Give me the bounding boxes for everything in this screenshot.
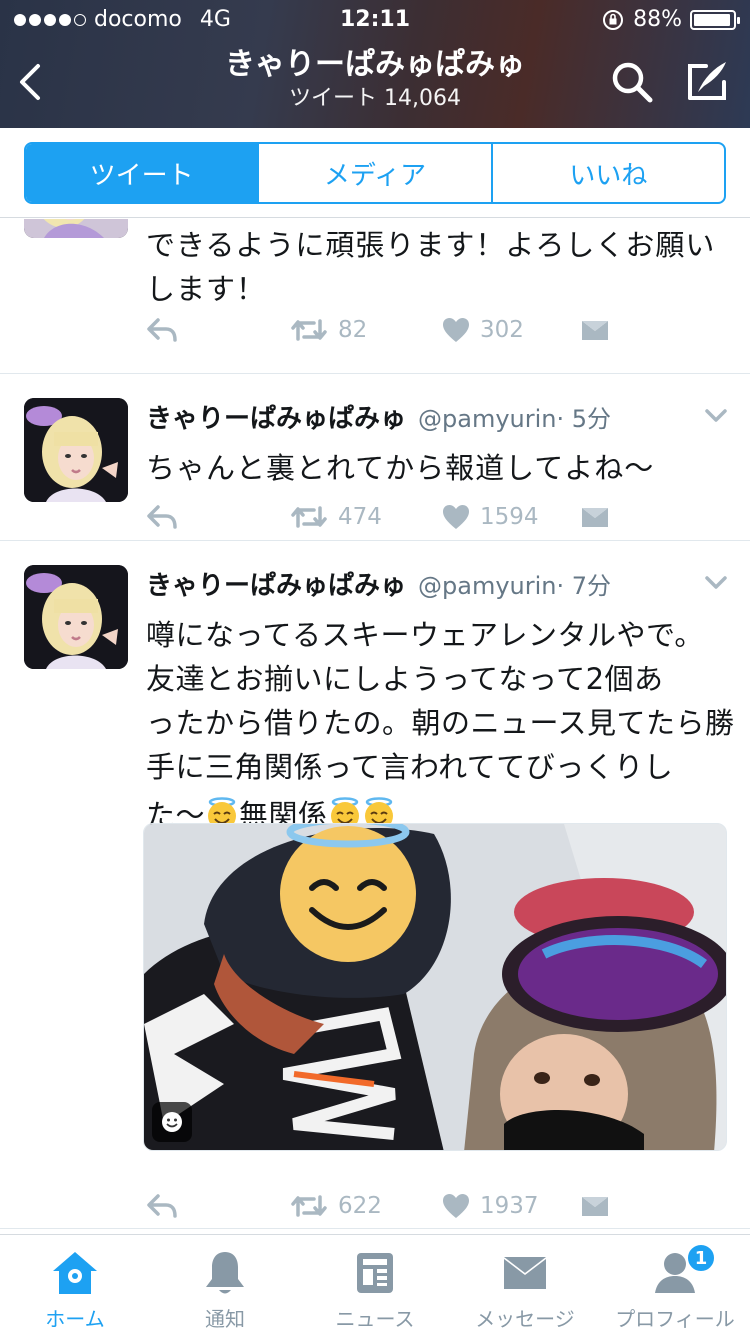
like-count: 1594	[480, 504, 539, 530]
heart-icon	[443, 505, 469, 529]
retweet-count: 474	[338, 504, 382, 530]
tab-notifications-label: 通知	[205, 1307, 245, 1331]
reply-button[interactable]	[146, 504, 178, 530]
tab-news-label: ニュース	[335, 1307, 415, 1331]
home-icon	[53, 1252, 97, 1294]
retweet-count: 622	[338, 1193, 382, 1219]
tab-messages-label: メッセージ	[475, 1307, 575, 1331]
tweet-count: ツイート 14,064	[289, 86, 461, 111]
ski-selfie-photo	[144, 824, 726, 1150]
tweet-header: きゃりーぱみゅぱみゅ @pamyurin · 7分	[146, 565, 611, 602]
battery-icon	[690, 9, 740, 30]
reply-icon	[147, 505, 177, 529]
reply-button[interactable]	[146, 1193, 178, 1219]
tweet-actions: 82 302	[146, 317, 646, 357]
like-button[interactable]: 1937	[442, 1193, 539, 1219]
face-sticker-badge	[152, 1102, 192, 1142]
reply-button[interactable]	[146, 317, 178, 343]
retweet-button[interactable]: 622	[290, 1193, 382, 1219]
tab-notifications[interactable]: 通知	[150, 1235, 300, 1334]
retweet-icon	[291, 1195, 327, 1217]
tweet-item[interactable]: きゃりーぱみゅぱみゅ @pamyurin · 7分 噂になってるスキーウェアレン…	[0, 541, 750, 1229]
header-title-block: きゃりーぱみゅぱみゅ ツイート 14,064	[150, 46, 600, 114]
envelope-icon	[504, 1257, 546, 1289]
like-count: 1937	[480, 1193, 539, 1219]
tweet-text: ちゃんと裏とれてから報道してよね〜	[146, 451, 655, 485]
retweet-count: 82	[338, 317, 368, 343]
tweet-text-line: 噂になってるスキーウェアレンタルやで。	[146, 618, 704, 652]
rotation-lock-icon	[603, 9, 624, 30]
like-count: 302	[480, 317, 524, 343]
author-name[interactable]: きゃりーぱみゅぱみゅ	[146, 565, 406, 602]
direct-message-button[interactable]	[580, 1193, 610, 1219]
author-name[interactable]: きゃりーぱみゅぱみゅ	[146, 398, 406, 435]
tweet-text-line: 手に三角関係って言われててびっくりし	[146, 750, 674, 784]
tab-profile-label: プロフィール	[615, 1307, 735, 1331]
reply-icon	[147, 1194, 177, 1218]
back-arrow-icon[interactable]	[12, 60, 52, 104]
tab-messages[interactable]: メッセージ	[450, 1235, 600, 1334]
tweet-actions: 474 1594	[146, 504, 646, 544]
bell-icon	[206, 1252, 244, 1294]
profile-header: docomo 4G 12:11 88% きゃりーぱみゅぱみゅ ツイート 14,0…	[0, 0, 750, 128]
tweet-timestamp: · 5分	[556, 405, 612, 433]
segmented-control: ツイート メディア いいね	[24, 142, 726, 204]
avatar[interactable]	[24, 565, 128, 669]
status-right: 88%	[601, 7, 740, 32]
tab-likes[interactable]: いいね	[493, 144, 724, 202]
chevron-down-icon[interactable]	[704, 575, 728, 591]
heart-icon	[443, 318, 469, 342]
retweet-icon	[291, 506, 327, 528]
direct-message-button[interactable]	[580, 317, 610, 343]
chevron-down-icon[interactable]	[704, 408, 728, 424]
tweet-timestamp: · 7分	[556, 572, 612, 600]
avatar[interactable]	[24, 398, 128, 502]
heart-icon	[443, 1194, 469, 1218]
bottom-tab-bar: ホーム 通知 ニュース メッセージ 1 プロフィール	[0, 1234, 750, 1334]
envelope-share-icon	[582, 508, 608, 527]
tweet-text: できるように頑張ります！よろしくお願いします！	[146, 228, 716, 306]
tweet-photo[interactable]	[143, 823, 727, 1151]
smiley-icon	[162, 1112, 182, 1132]
author-handle[interactable]: @pamyurin	[418, 572, 556, 600]
envelope-share-icon	[582, 321, 608, 340]
tweet-item[interactable]: できるように頑張ります！よろしくお願いします！ 82 302	[0, 219, 750, 374]
tweet-item[interactable]: きゃりーぱみゅぱみゅ @pamyurin · 5分 ちゃんと裏とれてから報道して…	[0, 374, 750, 541]
tweet-timeline[interactable]: できるように頑張ります！よろしくお願いします！ 82 302 きゃりーぱみゅぱみ…	[0, 219, 750, 1234]
tab-profile[interactable]: 1 プロフィール	[600, 1235, 750, 1334]
profile-tabs-bar: ツイート メディア いいね	[0, 128, 750, 218]
envelope-share-icon	[582, 1197, 608, 1216]
reply-icon	[147, 318, 177, 342]
retweet-button[interactable]: 82	[290, 317, 367, 343]
tab-media[interactable]: メディア	[259, 144, 493, 202]
like-button[interactable]: 302	[442, 317, 524, 343]
retweet-button[interactable]: 474	[290, 504, 382, 530]
tab-news[interactable]: ニュース	[300, 1235, 450, 1334]
tweet-header: きゃりーぱみゅぱみゅ @pamyurin · 5分	[146, 398, 611, 435]
news-icon	[357, 1253, 393, 1293]
retweet-icon	[291, 319, 327, 341]
tweet-text-line: ったから借りたの。朝のニュース見てたら勝	[146, 706, 735, 740]
tab-tweets[interactable]: ツイート	[26, 144, 260, 202]
search-icon[interactable]	[610, 60, 654, 104]
page-title: きゃりーぱみゅぱみゅ	[225, 47, 525, 82]
avatar[interactable]	[24, 219, 128, 238]
battery-percent: 88%	[633, 7, 682, 32]
author-handle[interactable]: @pamyurin	[418, 405, 556, 433]
notification-badge: 1	[686, 1243, 716, 1273]
tweet-text: 噂になってるスキーウェアレンタルやで。 友達とお揃いにしようってなって2個あ っ…	[146, 613, 746, 837]
status-bar: docomo 4G 12:11 88%	[0, 0, 750, 40]
like-button[interactable]: 1594	[442, 504, 539, 530]
tab-home-label: ホーム	[45, 1307, 105, 1331]
tweet-text-line: 友達とお揃いにしようってなって2個あ	[146, 662, 664, 696]
direct-message-button[interactable]	[580, 504, 610, 530]
compose-tweet-icon[interactable]	[684, 58, 730, 104]
tab-home[interactable]: ホーム	[0, 1235, 150, 1334]
tweet-actions: 622 1937	[146, 1193, 646, 1233]
